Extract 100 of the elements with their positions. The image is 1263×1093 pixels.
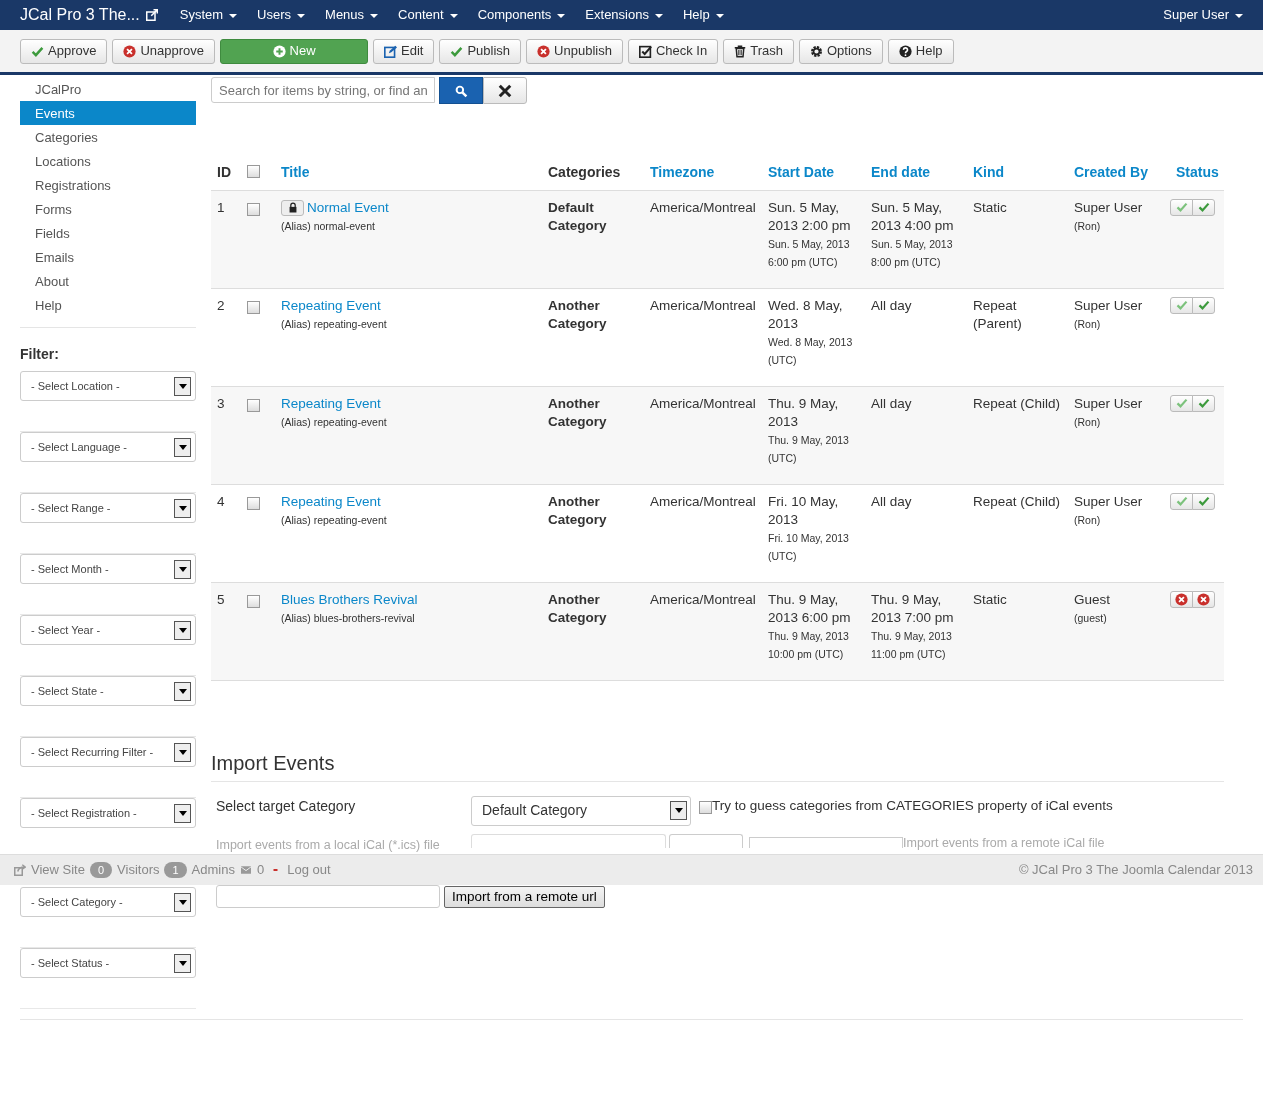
sidebar-item[interactable]: Locations [20, 149, 196, 173]
column-header[interactable]: Kind [973, 164, 1005, 181]
sidebar-item[interactable]: Registrations [20, 173, 196, 197]
checkbox[interactable] [247, 202, 260, 216]
nav-menu[interactable]: Extensions [585, 5, 663, 25]
sidebar-item[interactable]: Help [20, 293, 196, 317]
checkbox[interactable] [247, 496, 260, 510]
filter-select[interactable]: - Select Category - [20, 887, 196, 917]
sidebar-item[interactable]: Events [20, 101, 196, 125]
approve-toggle[interactable] [1192, 394, 1215, 412]
event-title-link[interactable]: Repeating Event [281, 395, 381, 411]
cross-toggle[interactable] [1192, 590, 1215, 608]
event-title-link[interactable]: Normal Event [307, 199, 389, 215]
sidebar-item[interactable]: JCalPro [20, 77, 196, 101]
search-button[interactable] [439, 77, 483, 104]
check-icon [1197, 299, 1210, 311]
username-text: (Ron) [1074, 219, 1101, 232]
table-cell: Another Category [548, 591, 607, 625]
checkbox[interactable] [699, 800, 712, 814]
column-header[interactable]: Timezone [650, 164, 715, 181]
toolbar-button[interactable]: Edit [373, 38, 435, 64]
filter-select[interactable]: - Select Status - [20, 948, 196, 978]
toolbar-button[interactable]: Check In [627, 38, 719, 64]
checkbox[interactable] [247, 594, 260, 608]
toolbar-button[interactable]: Approve [20, 38, 108, 64]
filter-select[interactable]: - Select Location - [20, 371, 196, 401]
username-text: (Ron) [1074, 415, 1101, 428]
toolbar-button[interactable]: Options [798, 38, 883, 64]
table-cell: Another Category [548, 297, 607, 331]
event-title-link[interactable]: Repeating Event [281, 493, 381, 509]
sidebar-item[interactable]: Emails [20, 245, 196, 269]
section-title: Import Events [211, 751, 335, 774]
user-menu[interactable]: Super User [1163, 5, 1243, 25]
nav-menu[interactable]: Components [477, 5, 566, 25]
event-title-link[interactable]: Blues Brothers Revival [281, 591, 418, 607]
column-header[interactable]: Start Date [768, 164, 835, 181]
filter-select[interactable]: - Select Month - [20, 554, 196, 584]
help-icon [898, 44, 912, 58]
toolbar-button[interactable]: Unapprove [112, 38, 216, 64]
table-cell: 2 [217, 297, 225, 313]
filter-select[interactable]: - Select Registration - [20, 798, 196, 828]
check-icon [1197, 397, 1210, 409]
toolbar-button[interactable]: Unpublish [526, 38, 623, 64]
url-field[interactable] [216, 885, 440, 908]
column-header: ID [217, 164, 231, 181]
column-header[interactable]: End date [871, 164, 931, 181]
import-button[interactable] [749, 836, 903, 848]
site-title[interactable]: JCal Pro 3 The... [20, 3, 140, 27]
search-field[interactable]: Search for items by string, or find an [211, 77, 435, 103]
browse-button[interactable] [669, 833, 743, 848]
sidebar-item[interactable]: About [20, 269, 196, 293]
nav-menu[interactable]: System [179, 5, 238, 25]
sidebar-item[interactable]: Fields [20, 221, 196, 245]
nav-menu[interactable]: Menus [325, 5, 379, 25]
date-text: Thu. 9 May, 2013 7:00 pm [871, 590, 955, 627]
sidebar-item[interactable]: Forms [20, 197, 196, 221]
nav-menu[interactable]: Help [682, 5, 724, 25]
edit-icon [384, 44, 398, 58]
copyright-text: © JCal Pro 3 The Joomla Calendar 2013 [1018, 861, 1253, 880]
file-field[interactable] [471, 833, 666, 848]
column-header: Categories [548, 164, 621, 181]
approve-toggle[interactable] [1170, 198, 1193, 216]
checkbox[interactable] [247, 165, 260, 179]
event-title-link[interactable]: Repeating Event [281, 297, 381, 313]
check-icon [1175, 201, 1188, 213]
category-select[interactable]: Default Category [471, 795, 691, 826]
username-text: (guest) [1074, 611, 1107, 624]
lock-button[interactable] [281, 199, 304, 216]
approve-toggle[interactable] [1170, 394, 1193, 412]
table-cell: 3 [217, 395, 225, 411]
nav-menu[interactable]: Content [398, 5, 458, 25]
search-icon [454, 84, 468, 98]
column-header[interactable]: Title [281, 164, 310, 181]
approve-toggle[interactable] [1192, 296, 1215, 314]
toolbar-button[interactable]: Trash [723, 38, 794, 64]
approve-toggle[interactable] [1192, 198, 1215, 216]
cross-toggle[interactable] [1170, 590, 1193, 608]
filter-select[interactable]: - Select Year - [20, 615, 196, 645]
approve-toggle[interactable] [1170, 492, 1193, 510]
check-icon [450, 44, 464, 58]
check-icon [1175, 495, 1188, 507]
toolbar-button[interactable]: Help [887, 38, 954, 64]
utc-date-text: Sun. 5 May, 2013 6:00 pm (UTC) [768, 236, 851, 270]
checkbox[interactable] [247, 398, 260, 412]
column-header[interactable]: Created By [1074, 164, 1148, 181]
nav-menu[interactable]: Users [257, 5, 306, 25]
column-header[interactable]: Status [1176, 164, 1219, 181]
toolbar-button[interactable]: Publish [439, 38, 522, 64]
filter-select[interactable]: - Select State - [20, 676, 196, 706]
import-remote-button[interactable]: Import from a remote url [444, 885, 605, 908]
filter-select[interactable]: - Select Range - [20, 493, 196, 523]
table-cell-text: Super User [1074, 198, 1144, 217]
clear-button[interactable] [483, 77, 527, 104]
checkbox[interactable] [247, 300, 260, 314]
sidebar-item[interactable]: Categories [20, 125, 196, 149]
filter-select[interactable]: - Select Language - [20, 432, 196, 462]
approve-toggle[interactable] [1192, 492, 1215, 510]
filter-select[interactable]: - Select Recurring Filter - [20, 737, 196, 767]
approve-toggle[interactable] [1170, 296, 1193, 314]
table-cell: Static [973, 199, 1007, 215]
